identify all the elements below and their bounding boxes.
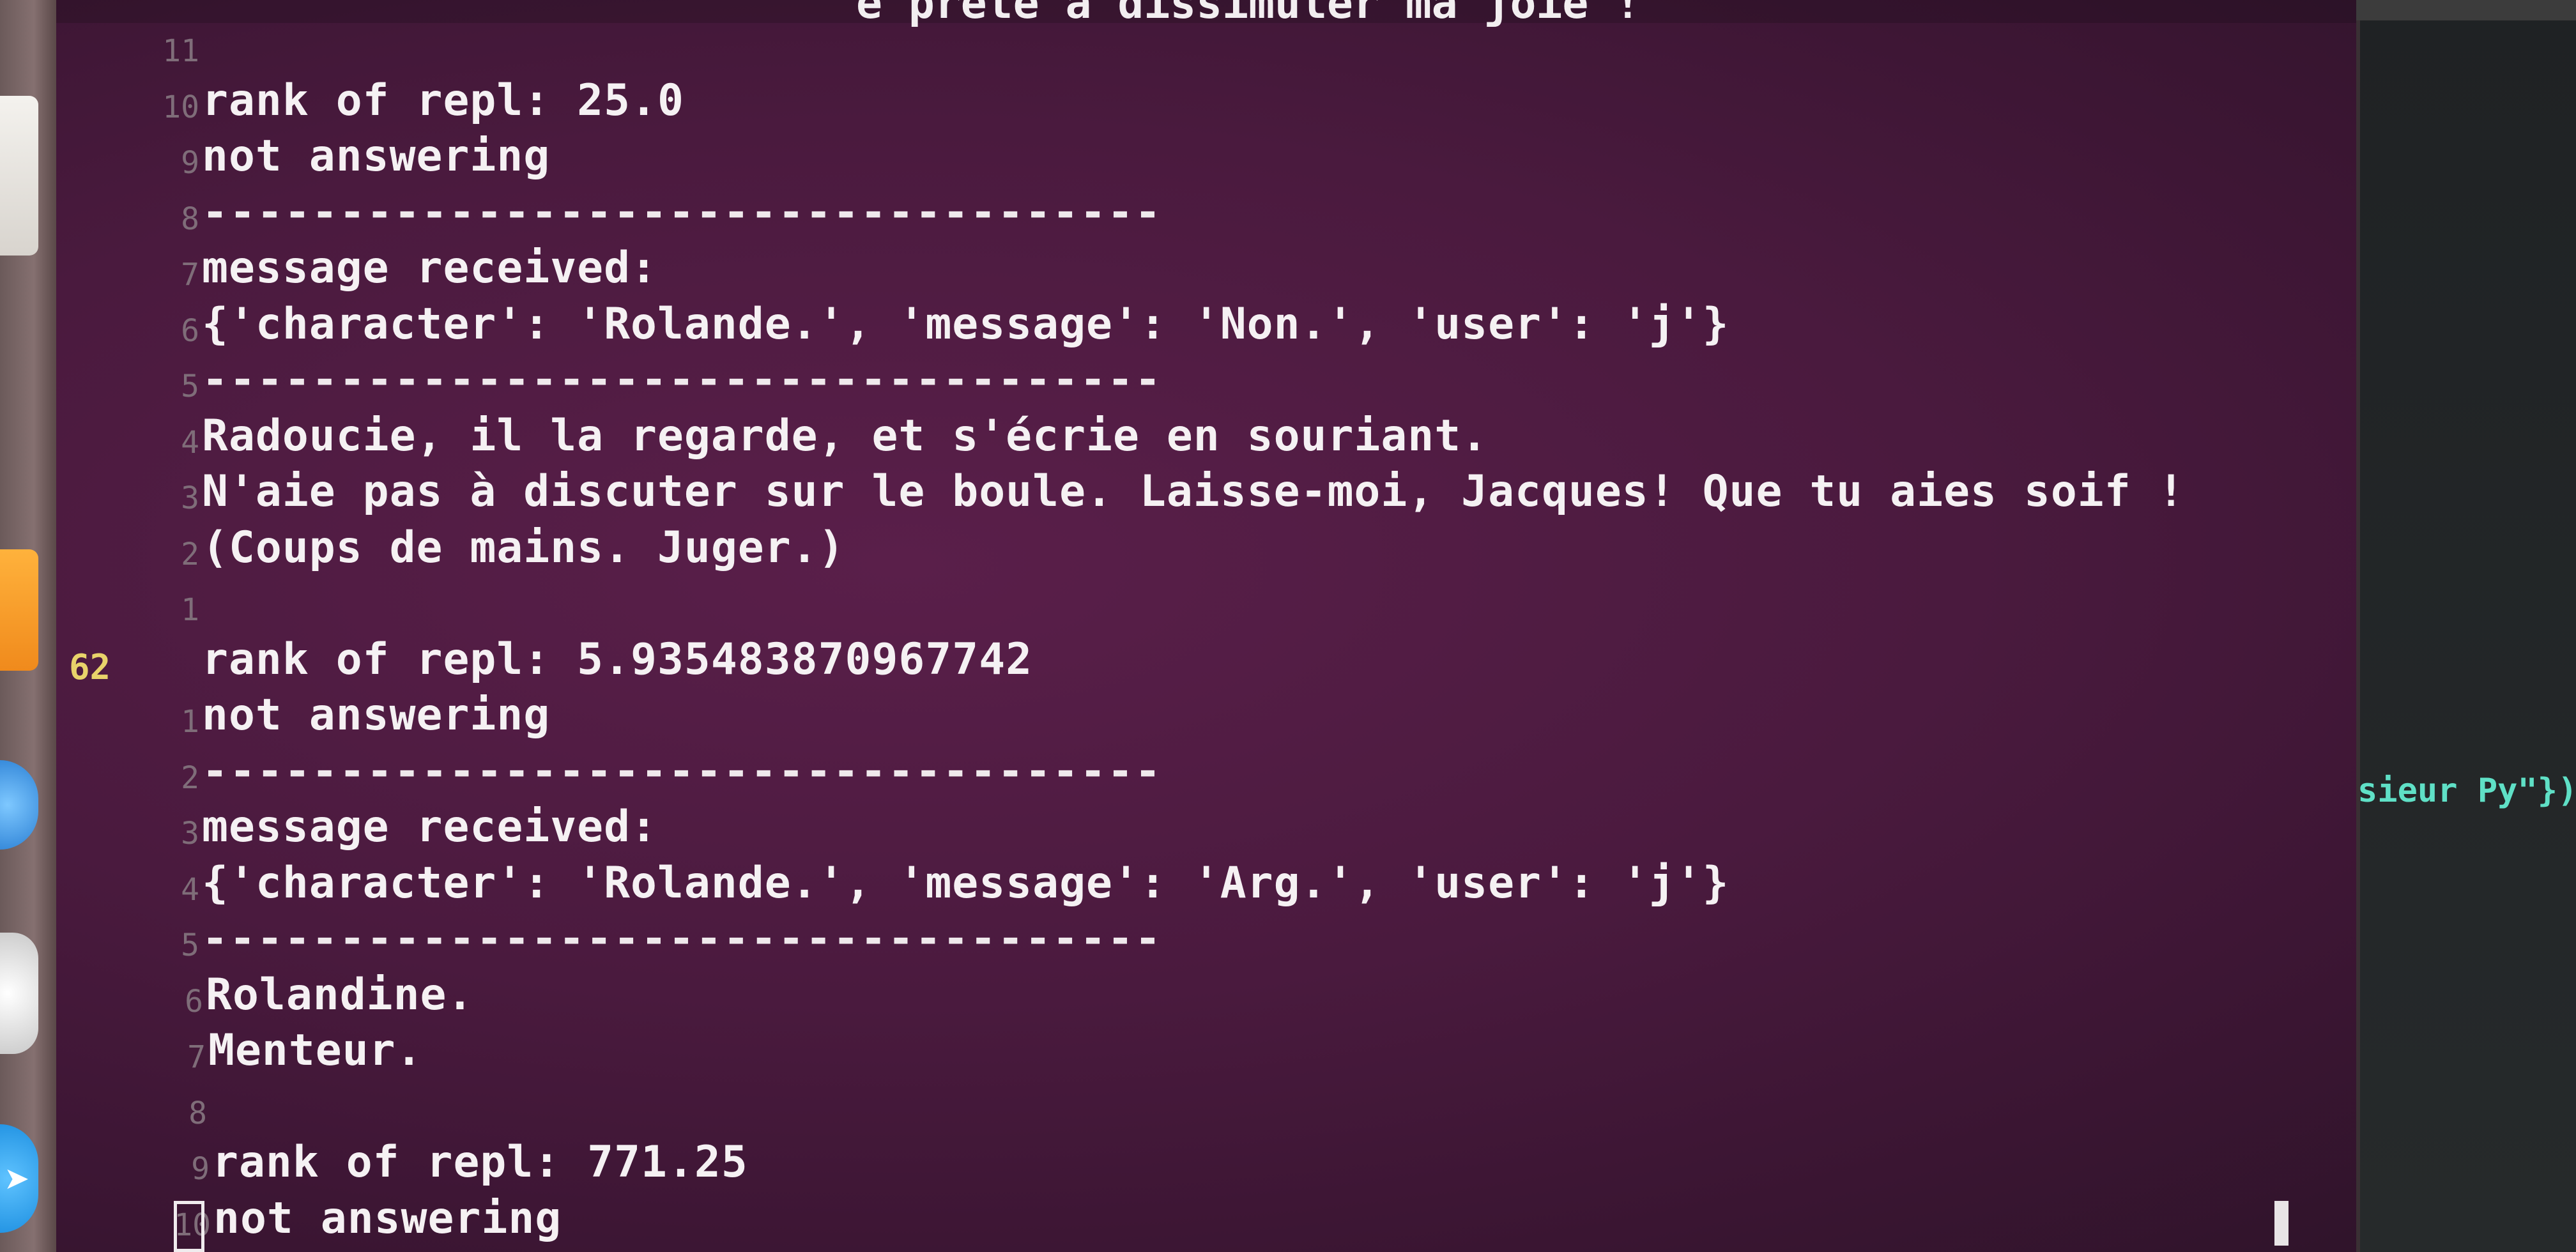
line-text: ----------------------------------- [202, 355, 1162, 405]
line-number: 2 [181, 760, 199, 796]
scrollbar-thumb[interactable] [2274, 1201, 2288, 1246]
terminal-line: 7 message received: [56, 243, 2356, 299]
line-number: 11 [162, 33, 199, 69]
line-text: not answering [213, 1193, 562, 1244]
terminal-line: 1 [56, 578, 2356, 634]
terminal-line: 3 message received: [56, 802, 2356, 858]
line-text: Radoucie, il la regarde, et s'écrie en s… [202, 410, 1489, 461]
line-number: 2 [181, 536, 199, 572]
line-number: 5 [181, 369, 199, 404]
browser-icon[interactable] [0, 760, 38, 850]
folder-icon[interactable] [0, 549, 38, 671]
line-number: 8 [181, 201, 199, 237]
line-number: 4 [181, 424, 199, 461]
line-text: ----------------------------------- [202, 745, 1162, 797]
terminal-line: 6 Rolandine. [60, 970, 2360, 1026]
terminal-line: 3 N'aie pas à discuter sur le boule. Lais… [56, 466, 2356, 523]
terminal-line: 5 ----------------------------------- [56, 355, 2356, 411]
line-number: 1 [181, 592, 199, 628]
line-number: 4 [181, 871, 199, 908]
terminal-line: 62 rank of repl: 5.935483870967742 [56, 634, 2356, 691]
terminal-line: 4 Radoucie, il la regarde, et s'écrie en … [56, 411, 2356, 467]
line-text: Menteur. [208, 1025, 423, 1076]
current-line-number: 62 [69, 646, 111, 687]
side-pane-topbar [2356, 0, 2576, 20]
line-text: not answering [202, 131, 551, 181]
line-number: 7 [181, 257, 199, 293]
terminal-line: 2 (Coups de mains. Juger.) [56, 523, 2356, 579]
side-pane [2356, 0, 2576, 1252]
line-number: 7 [187, 1039, 206, 1075]
line-text: {'character': 'Rolande.', 'message': 'No… [202, 298, 1729, 349]
terminal-line: 6 {'character': 'Rolande.', 'message': 'N… [56, 299, 2356, 355]
launcher-dock: ➤ [0, 0, 56, 1252]
terminal-line: 8 ----------------------------------- [56, 187, 2356, 243]
line-text: rank of repl: 771.25 [212, 1137, 748, 1187]
settings-icon[interactable] [0, 933, 38, 1054]
line-number: 9 [191, 1151, 210, 1187]
screen: ➤ e prête à dissimuler ma joie ! 11 10 ran… [0, 0, 2576, 1252]
terminal-line: 10 not answering [68, 1193, 2368, 1249]
terminal-line: 9 rank of repl: 771.25 [66, 1137, 2366, 1193]
line-number: 8 [188, 1095, 207, 1131]
line-text: (Coups de mains. Juger.) [202, 522, 845, 573]
line-text: rank of repl: 5.935483870967742 [202, 634, 1033, 685]
terminal-line: 5 ----------------------------------- [56, 913, 2356, 970]
line-text: rank of repl: 25.0 [202, 75, 684, 126]
terminal-line: 11 [70, 1249, 2370, 1252]
terminal-line: 4 {'character': 'Rolande.', 'message': 'A… [56, 858, 2356, 914]
line-number: 10 [162, 89, 199, 125]
side-pane-code-text: sieur Py"}) [2358, 772, 2576, 810]
line-number: 5 [181, 928, 199, 963]
line-number: 3 [181, 480, 199, 516]
line-number: 6 [185, 983, 203, 1019]
terminal-line: 1 not answering [56, 690, 2356, 746]
line-text: message received: [202, 802, 657, 852]
terminal-line: 7 Menteur. [63, 1025, 2363, 1081]
terminal-line: 10 rank of repl: 25.0 [56, 75, 2356, 132]
line-text: message received: [202, 243, 657, 293]
line-number: 6 [181, 312, 199, 349]
line-number: 3 [181, 816, 199, 851]
line-text: N'aie pas à discuter sur le boule. Laiss… [202, 466, 2185, 517]
line-number: 1 [181, 704, 199, 740]
terminal-line: 9 not answering [56, 131, 2356, 187]
terminal-line: 11 [56, 19, 2356, 75]
terminal-line: 2 ----------------------------------- [56, 746, 2356, 802]
line-text: {'character': 'Rolande.', 'message': 'Ar… [202, 857, 1729, 908]
send-arrow-icon: ➤ [4, 1161, 30, 1196]
terminal-editor[interactable]: 11 10 rank of repl: 25.0 9 not answering 8 ---… [56, 0, 2356, 1252]
files-icon[interactable] [0, 96, 38, 256]
line-text: not answering [202, 690, 551, 740]
messenger-icon[interactable]: ➤ [0, 1124, 38, 1233]
line-number: 9 [181, 145, 199, 181]
line-text: Rolandine. [206, 969, 474, 1020]
terminal-line: 8 [64, 1081, 2364, 1138]
text-cursor [174, 1201, 204, 1252]
line-text: ----------------------------------- [202, 187, 1162, 238]
line-text: ----------------------------------- [202, 913, 1162, 964]
